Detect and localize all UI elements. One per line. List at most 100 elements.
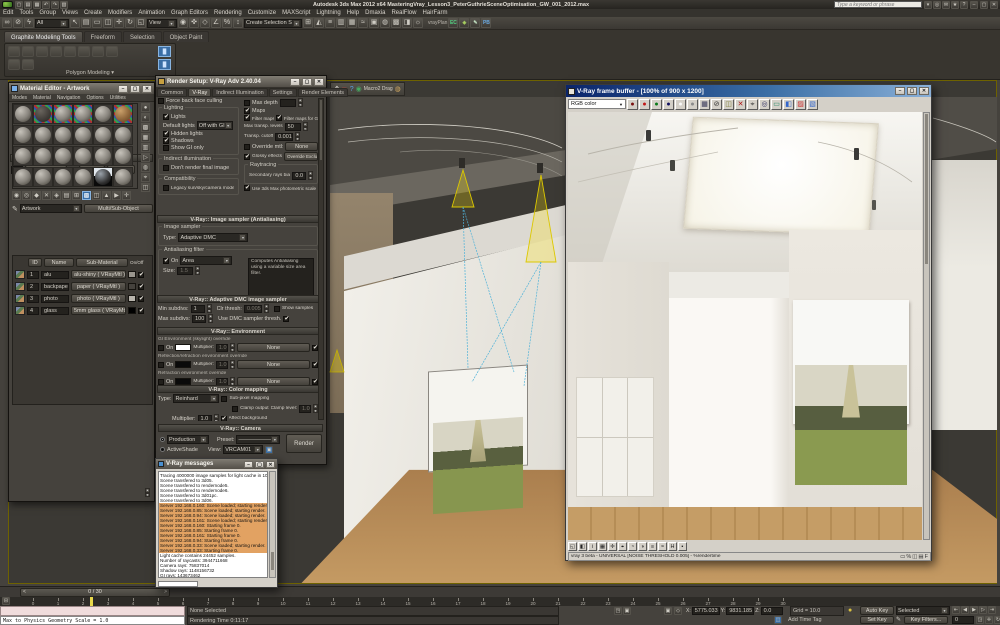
- menu-item[interactable]: Customize: [245, 10, 279, 16]
- maxscript-mini-listener[interactable]: Max to Physics Geometry Scale = 1.0: [0, 616, 185, 625]
- submaterial-thumbnail[interactable]: [15, 270, 25, 279]
- submaterial-button[interactable]: paper ( VRayMtl ): [71, 282, 126, 291]
- render-setup-tab[interactable]: V-Ray: [188, 88, 211, 97]
- title-bar[interactable]: ▢▤▦↶↷▧ Autodesk 3ds Max 2012 x64 Masteri…: [0, 0, 1000, 9]
- sample-uv-tiling-icon[interactable]: ▦: [141, 133, 150, 142]
- vray-messages-log[interactable]: Tracing 4000000 image samples for light …: [158, 471, 268, 578]
- material-sample-slot[interactable]: [53, 167, 73, 187]
- material-type-button[interactable]: Multi/Sub-Object: [84, 204, 153, 213]
- absolute-relative-icon[interactable]: ◇: [674, 607, 682, 615]
- play-icon[interactable]: ▶: [970, 606, 978, 614]
- menu-item[interactable]: Navigation: [54, 95, 84, 101]
- override-on-checkbox[interactable]: [158, 345, 164, 351]
- material-name-dropdown[interactable]: Artwork▾: [20, 204, 82, 213]
- transform-lock-icon[interactable]: ▣: [664, 607, 672, 615]
- submaterial-id-field[interactable]: 3: [27, 295, 39, 303]
- aa-filter-on-checkbox[interactable]: [163, 258, 169, 264]
- fb-compare-icon[interactable]: ◫: [912, 554, 917, 560]
- legacy-models-checkbox[interactable]: [163, 185, 169, 191]
- maximize-button[interactable]: ▢: [302, 78, 312, 86]
- isolate-selection-icon[interactable]: ◳: [614, 607, 622, 615]
- material-sample-slot[interactable]: [13, 104, 33, 124]
- sort-by-name-button[interactable]: Name: [44, 258, 74, 267]
- layer-manager-icon[interactable]: ▥: [336, 18, 346, 28]
- render-setup-tab[interactable]: Common: [157, 88, 187, 97]
- unlink-selection-icon[interactable]: ⊘: [13, 18, 23, 28]
- override-color-swatch[interactable]: [175, 361, 191, 368]
- pick-material-icon[interactable]: ✛: [122, 191, 131, 200]
- production-dropdown[interactable]: Production▾: [167, 435, 209, 444]
- material-sample-slot[interactable]: [53, 104, 73, 124]
- selection-filter-dropdown[interactable]: All▾: [35, 19, 69, 28]
- material-sample-slot[interactable]: [113, 167, 133, 187]
- menu-item[interactable]: Modifiers: [105, 10, 135, 16]
- poly-tool-2-icon[interactable]: [22, 46, 34, 57]
- material-sample-slot[interactable]: [93, 146, 113, 166]
- ribbon-toggle-b-icon[interactable]: ▐▌: [158, 59, 171, 70]
- glossy-effects-checkbox[interactable]: [244, 154, 250, 160]
- sampler-type-dropdown[interactable]: Adaptive DMC▾: [178, 233, 248, 242]
- clr-thresh-field[interactable]: 0.005: [244, 305, 262, 313]
- menu-item[interactable]: Edit: [0, 10, 16, 16]
- ribbon-tab[interactable]: Freeform: [84, 31, 122, 42]
- save-image-icon[interactable]: ▦: [699, 99, 710, 110]
- minimize-button[interactable]: –: [895, 87, 905, 95]
- material-sample-slot[interactable]: [93, 167, 113, 187]
- edit-named-selection-sets-icon[interactable]: ⊞: [303, 18, 313, 28]
- material-options-icon[interactable]: ◍: [141, 163, 150, 172]
- material-sample-slot[interactable]: [73, 104, 93, 124]
- align-icon[interactable]: ≡: [325, 18, 335, 28]
- ribbon-tab[interactable]: Graphite Modeling Tools: [4, 31, 83, 42]
- sphere-tool-icon[interactable]: ◍: [395, 85, 401, 93]
- minimize-button[interactable]: –: [244, 461, 253, 468]
- close-buffer-icon[interactable]: ✕: [735, 99, 746, 110]
- communication-center-icon[interactable]: ✉: [942, 1, 950, 9]
- orbit-icon[interactable]: ↻: [994, 616, 1000, 624]
- poly-tool-6-icon[interactable]: [78, 46, 90, 57]
- percent-snap-icon[interactable]: %: [222, 18, 232, 28]
- fb-percent-icon[interactable]: %: [906, 554, 911, 560]
- alpha-channel-icon[interactable]: ●: [675, 99, 686, 110]
- use-dmc-thresh-checkbox[interactable]: [283, 316, 289, 322]
- material-sample-slot[interactable]: [33, 146, 53, 166]
- activeshade-radio[interactable]: [160, 447, 165, 452]
- material-sample-slot[interactable]: [13, 146, 33, 166]
- select-and-link-icon[interactable]: ∞: [2, 18, 12, 28]
- fb-zoom-icon[interactable]: ⌖: [618, 542, 627, 551]
- aa-size-field[interactable]: 1.5: [177, 267, 193, 275]
- schematic-view-icon[interactable]: ▣: [369, 18, 379, 28]
- override-on-checkbox[interactable]: [158, 362, 164, 368]
- submaterial-color-swatch[interactable]: [128, 307, 136, 314]
- red-channel-icon[interactable]: ●: [639, 99, 650, 110]
- undo-icon[interactable]: ↶: [42, 1, 50, 9]
- snaps-toggle-icon[interactable]: ◇: [200, 18, 210, 28]
- render-setup-tab[interactable]: Render Elements: [298, 88, 349, 97]
- submaterial-thumbnail[interactable]: [15, 282, 25, 291]
- submaterial-name-field[interactable]: glass: [41, 307, 69, 315]
- get-material-icon[interactable]: ◉: [12, 191, 21, 200]
- submaterial-onoff-checkbox[interactable]: [138, 284, 144, 290]
- put-to-library-icon[interactable]: ▤: [62, 191, 71, 200]
- fb-stamp-icon[interactable]: ▪: [678, 542, 687, 551]
- adaptive-dmc-rollout-header[interactable]: V-Ray:: Adaptive DMC image sampler: [157, 295, 319, 303]
- rollout-scroll-spinner[interactable]: ▲▼: [145, 488, 150, 497]
- poly-tool-8-icon[interactable]: [106, 46, 118, 57]
- fb-white-balance-icon[interactable]: ◔: [628, 542, 637, 551]
- fb-curves-icon[interactable]: ≈: [658, 542, 667, 551]
- material-editor-titlebar[interactable]: Material Editor - Artwork – ▢ ✕: [9, 83, 154, 94]
- help-icon[interactable]: ?: [960, 1, 968, 9]
- material-sample-slot[interactable]: [33, 167, 53, 187]
- close-button[interactable]: ✕: [919, 87, 929, 95]
- clamp-level-field[interactable]: 1.0: [299, 405, 311, 413]
- go-to-end-icon[interactable]: ⇥: [988, 606, 996, 614]
- material-sample-slot[interactable]: [93, 104, 113, 124]
- maximize-button[interactable]: ▢: [255, 461, 264, 468]
- correction-blue-icon[interactable]: ▧: [807, 99, 818, 110]
- mirror-icon[interactable]: ◭: [314, 18, 324, 28]
- maximize-button[interactable]: ▢: [907, 87, 917, 95]
- panel-label[interactable]: Polygon Modeling ▾: [5, 70, 175, 76]
- render-production-icon[interactable]: ☼: [413, 18, 423, 28]
- ribbon-toggle-a-icon[interactable]: ▐▌: [158, 46, 171, 57]
- ribbon-tab[interactable]: Selection: [123, 31, 162, 42]
- ribbon-tab[interactable]: Object Paint: [163, 31, 210, 42]
